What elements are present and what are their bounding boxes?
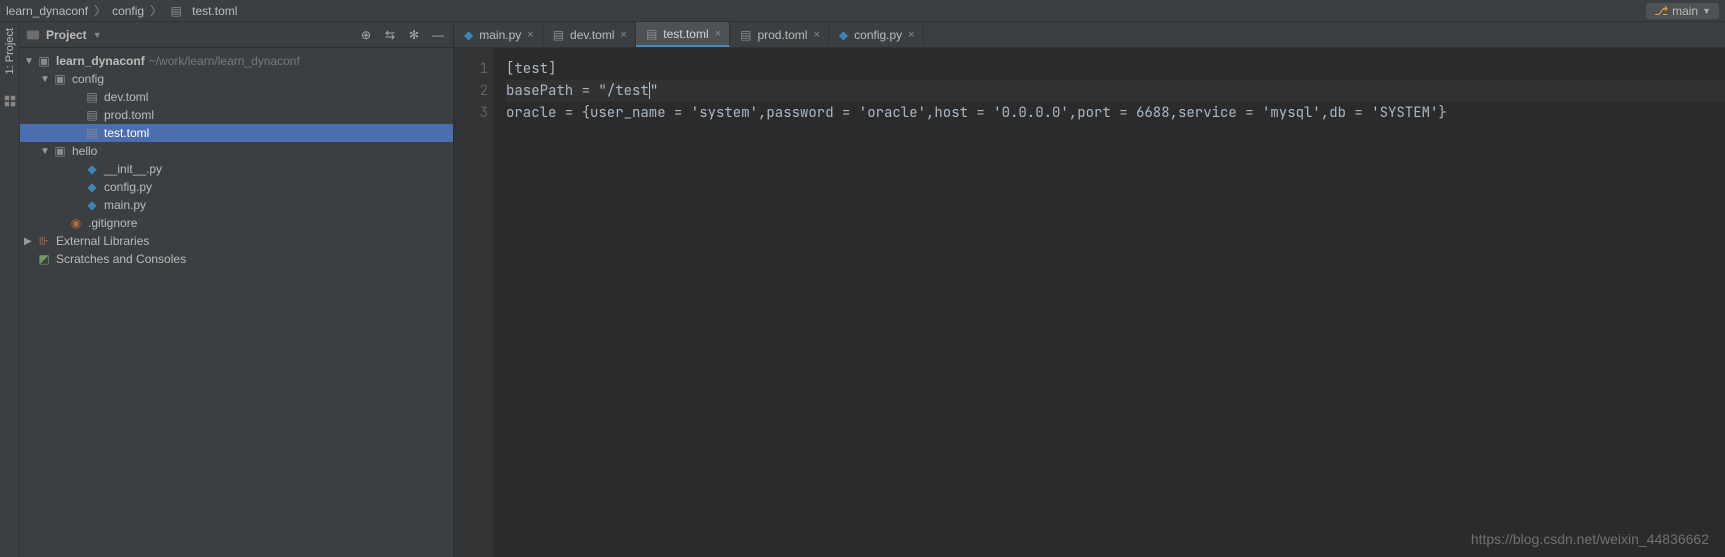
hide-icon[interactable]: — bbox=[429, 28, 447, 42]
expand-toggle[interactable]: ▼ bbox=[24, 56, 36, 67]
python-file-icon: ◆ bbox=[464, 28, 473, 42]
editor-tab[interactable]: ▤ test.toml × bbox=[636, 22, 730, 47]
scratches-icon: ◩ bbox=[36, 252, 52, 266]
tree-root[interactable]: ▼ ▣ learn_dynaconf ~/work/learn/learn_dy… bbox=[20, 52, 453, 70]
branch-icon: ⎇ bbox=[1654, 4, 1668, 18]
expand-toggle[interactable]: ▶ bbox=[24, 236, 36, 247]
breadcrumb: learn_dynaconf 〉 config 〉 ▤ test.toml bbox=[6, 2, 1646, 19]
editor-area: ◆ main.py × ▤ dev.toml × ▤ test.toml × ▤ prod.toml… bbox=[454, 22, 1725, 557]
git-branch-selector[interactable]: ⎇ main ▼ bbox=[1646, 3, 1719, 19]
editor-tab[interactable]: ▤ prod.toml × bbox=[730, 22, 829, 47]
python-file-icon: ◆ bbox=[839, 28, 848, 42]
code-editor[interactable]: 1 2 3 [test] basePath = "/test" oracle =… bbox=[454, 48, 1725, 557]
close-icon[interactable]: × bbox=[908, 29, 914, 41]
collapse-icon[interactable]: ⇆ bbox=[381, 28, 399, 42]
project-panel: Project ▼ ⊕ ⇆ ✻ — ▼ ▣ learn_dynaconf ~/w… bbox=[20, 22, 454, 557]
toml-file-icon: ▤ bbox=[646, 27, 657, 41]
close-icon[interactable]: × bbox=[527, 29, 533, 41]
breadcrumb-item[interactable]: test.toml bbox=[192, 4, 237, 18]
line-number-gutter: 1 2 3 bbox=[454, 48, 494, 557]
gear-icon[interactable]: ✻ bbox=[405, 28, 423, 42]
tree-file[interactable]: ▤ dev.toml bbox=[20, 88, 453, 106]
folder-icon: ▣ bbox=[36, 54, 52, 68]
folder-icon: ▣ bbox=[52, 72, 68, 86]
project-panel-header: Project ▼ ⊕ ⇆ ✻ — bbox=[20, 22, 453, 48]
toml-file-icon: ▤ bbox=[168, 4, 184, 18]
tool-window-stripe: 1: Project bbox=[0, 22, 20, 557]
watermark-text: https://blog.csdn.net/weixin_44836662 bbox=[1471, 531, 1709, 547]
toml-file-icon: ▤ bbox=[84, 90, 100, 104]
chevron-down-icon: ▼ bbox=[93, 30, 102, 40]
close-icon[interactable]: × bbox=[813, 29, 819, 41]
close-icon[interactable]: × bbox=[621, 29, 627, 41]
structure-tool-icon[interactable] bbox=[3, 94, 17, 108]
main-area: 1: Project Project ▼ ⊕ ⇆ ✻ — ▼ ▣ learn_d… bbox=[0, 22, 1725, 557]
folder-icon: ▣ bbox=[52, 144, 68, 158]
tree-scratches[interactable]: ◩ Scratches and Consoles bbox=[20, 250, 453, 268]
editor-tab[interactable]: ◆ config.py × bbox=[829, 22, 924, 47]
tree-file-gitignore[interactable]: ◉ .gitignore bbox=[20, 214, 453, 232]
project-tree[interactable]: ▼ ▣ learn_dynaconf ~/work/learn/learn_dy… bbox=[20, 48, 453, 557]
python-file-icon: ◆ bbox=[84, 198, 100, 212]
library-icon: ⊪ bbox=[36, 234, 52, 248]
tab-label: prod.toml bbox=[757, 28, 807, 42]
tree-file[interactable]: ◆ main.py bbox=[20, 196, 453, 214]
python-file-icon: ◆ bbox=[84, 180, 100, 194]
project-tool-button[interactable]: 1: Project bbox=[4, 28, 16, 74]
toml-file-icon: ▤ bbox=[553, 28, 564, 42]
tree-file[interactable]: ◆ __init__.py bbox=[20, 160, 453, 178]
tree-folder-hello[interactable]: ▼ ▣ hello bbox=[20, 142, 453, 160]
tree-folder-config[interactable]: ▼ ▣ config bbox=[20, 70, 453, 88]
editor-tab[interactable]: ◆ main.py × bbox=[454, 22, 543, 47]
toml-file-icon: ▤ bbox=[84, 108, 100, 122]
breadcrumb-item[interactable]: learn_dynaconf bbox=[6, 4, 88, 18]
editor-tab-bar: ◆ main.py × ▤ dev.toml × ▤ test.toml × ▤ prod.toml… bbox=[454, 22, 1725, 48]
chevron-down-icon: ▼ bbox=[1702, 6, 1711, 16]
tab-label: main.py bbox=[479, 28, 521, 42]
chevron-right-icon: 〉 bbox=[150, 2, 162, 19]
tree-file[interactable]: ◆ config.py bbox=[20, 178, 453, 196]
project-view-selector[interactable]: Project ▼ bbox=[26, 28, 351, 42]
branch-name: main bbox=[1672, 4, 1698, 18]
toml-file-icon: ▤ bbox=[740, 28, 751, 42]
breadcrumb-item[interactable]: config bbox=[112, 4, 144, 18]
code-content[interactable]: [test] basePath = "/test" oracle = {user… bbox=[494, 48, 1725, 557]
tab-label: config.py bbox=[854, 28, 902, 42]
expand-toggle[interactable]: ▼ bbox=[40, 146, 52, 157]
tree-external-libraries[interactable]: ▶ ⊪ External Libraries bbox=[20, 232, 453, 250]
close-icon[interactable]: × bbox=[715, 28, 721, 40]
expand-toggle[interactable]: ▼ bbox=[40, 74, 52, 85]
editor-tab[interactable]: ▤ dev.toml × bbox=[543, 22, 636, 47]
project-path-hint: ~/work/learn/learn_dynaconf bbox=[149, 54, 300, 68]
tab-label: dev.toml bbox=[570, 28, 614, 42]
toml-file-icon: ▤ bbox=[84, 126, 100, 140]
chevron-right-icon: 〉 bbox=[94, 2, 106, 19]
tree-file[interactable]: ▤ prod.toml bbox=[20, 106, 453, 124]
tab-label: test.toml bbox=[663, 27, 708, 41]
tree-file-selected[interactable]: ▤ test.toml bbox=[20, 124, 453, 142]
nav-bar: learn_dynaconf 〉 config 〉 ▤ test.toml ⎇ … bbox=[0, 0, 1725, 22]
locate-icon[interactable]: ⊕ bbox=[357, 28, 375, 42]
python-file-icon: ◆ bbox=[84, 162, 100, 176]
gitignore-icon: ◉ bbox=[68, 216, 84, 230]
project-icon bbox=[26, 28, 40, 42]
